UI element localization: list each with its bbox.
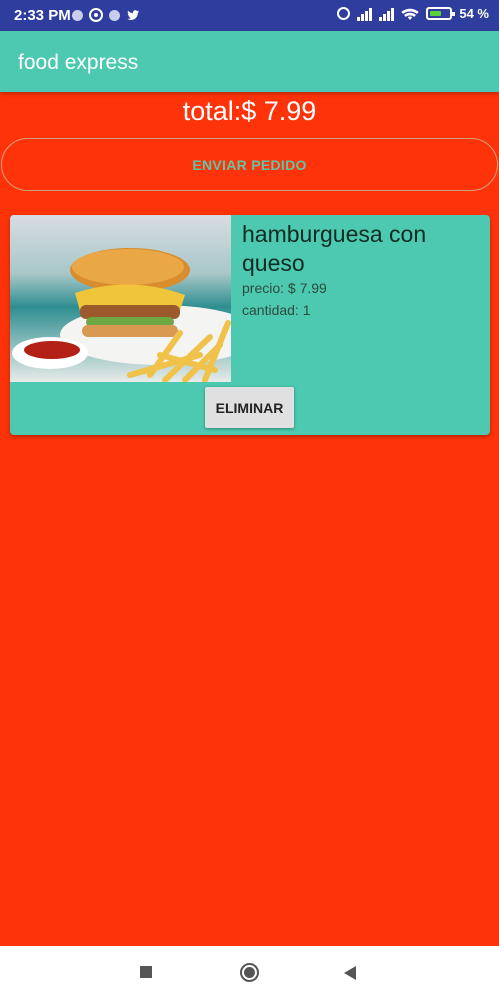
wifi-icon — [401, 8, 419, 20]
status-bar: 2:33 PM 54 % — [0, 0, 499, 31]
order-total: total:$ 7.99 — [182, 96, 317, 126]
delete-item-button[interactable]: ELIMINAR — [205, 387, 294, 428]
send-order-button[interactable]: ENVIAR PEDIDO — [1, 138, 498, 191]
signal-icon — [379, 7, 395, 21]
status-time: 2:33 PM — [14, 7, 71, 24]
notification-dot-icon — [109, 9, 120, 21]
item-name: hamburguesa con queso — [242, 221, 427, 276]
burger-and-fries-image — [10, 215, 231, 382]
app-bar: food express — [0, 31, 499, 92]
notification-dot-icon — [72, 9, 83, 21]
system-nav-bar — [0, 946, 499, 999]
alarm-icon — [337, 7, 351, 20]
item-price: precio: $ 7.99 — [242, 280, 327, 296]
app-title: food express — [18, 51, 139, 74]
home-circle-icon[interactable] — [240, 963, 259, 982]
battery-percent: 54 % — [459, 6, 489, 21]
recents-square-icon[interactable] — [140, 966, 152, 978]
signal-icon — [357, 7, 373, 21]
twitter-icon — [127, 10, 139, 20]
battery-charging-icon — [426, 7, 456, 20]
whatsapp-icon — [89, 8, 103, 22]
notification-icons — [72, 8, 140, 22]
status-right-icons: 54 % — [337, 6, 489, 21]
cart-item-card: hamburguesa con queso precio: $ 7.99 can… — [10, 215, 490, 435]
back-triangle-icon[interactable] — [344, 966, 356, 980]
item-quantity: cantidad: 1 — [242, 302, 311, 318]
